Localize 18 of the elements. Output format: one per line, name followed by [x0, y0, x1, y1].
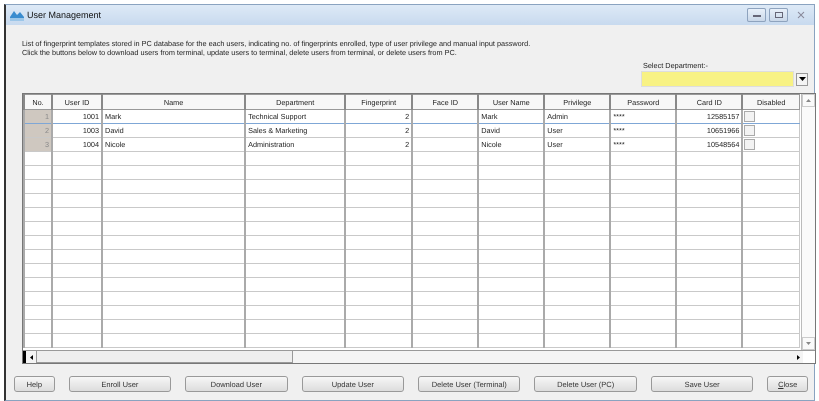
scroll-left-icon[interactable]	[30, 354, 32, 360]
caret-icon	[798, 77, 806, 81]
vertical-scrollbar[interactable]	[801, 94, 815, 350]
horizontal-scrollbar[interactable]	[23, 350, 815, 363]
maximize-button[interactable]	[769, 8, 788, 22]
maximize-icon	[774, 11, 784, 19]
checkbox[interactable]	[744, 125, 756, 136]
minimize-button[interactable]	[747, 8, 766, 22]
checkbox[interactable]	[744, 139, 756, 150]
minimize-icon	[752, 12, 762, 18]
window-title: User Management	[27, 10, 102, 20]
close-icon[interactable]	[796, 11, 806, 19]
dropdown-button[interactable]	[796, 72, 808, 86]
scroll-down-icon[interactable]	[806, 342, 811, 345]
checkbox[interactable]	[744, 111, 756, 122]
scroll-right-icon[interactable]	[796, 354, 800, 360]
scroll-up-icon[interactable]	[806, 99, 811, 102]
app-icon	[10, 9, 24, 21]
